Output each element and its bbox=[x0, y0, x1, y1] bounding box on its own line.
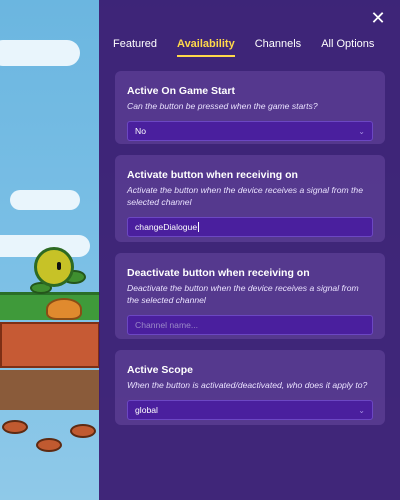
tab-all-options[interactable]: All Options bbox=[321, 38, 374, 57]
chevron-down-icon: ⌄ bbox=[358, 126, 365, 136]
cloud bbox=[10, 190, 80, 210]
close-icon: ✕ bbox=[370, 8, 386, 28]
chevron-down-icon: ⌄ bbox=[358, 405, 365, 415]
active-on-game-start-select[interactable]: No ⌄ bbox=[127, 121, 373, 141]
deactivate-channel-input[interactable]: Channel name... bbox=[127, 315, 373, 335]
text-caret bbox=[198, 222, 200, 232]
flower bbox=[36, 438, 62, 452]
setting-title: Deactivate button when receiving on bbox=[127, 267, 310, 279]
plant-pot bbox=[46, 298, 82, 320]
setting-card-deactivate-channel: Deactivate button when receiving on Deac… bbox=[115, 253, 385, 339]
setting-description: Activate the button when the device rece… bbox=[127, 185, 363, 207]
setting-description: Deactivate the button when the device re… bbox=[127, 283, 359, 305]
flower bbox=[2, 420, 28, 434]
setting-title: Activate button when receiving on bbox=[127, 169, 298, 181]
plant-character bbox=[34, 247, 74, 287]
setting-title: Active Scope bbox=[127, 364, 193, 376]
tab-availability[interactable]: Availability bbox=[177, 38, 235, 57]
tab-bar: Featured Availability Channels All Optio… bbox=[113, 38, 394, 57]
select-value: global bbox=[135, 405, 158, 415]
flower bbox=[70, 424, 96, 438]
setting-description: When the button is activated/deactivated… bbox=[127, 380, 368, 390]
input-value: changeDialogue bbox=[135, 222, 198, 232]
setting-card-activate-channel: Activate button when receiving on Activa… bbox=[115, 155, 385, 242]
select-value: No bbox=[135, 126, 146, 136]
setting-card-active-scope: Active Scope When the button is activate… bbox=[115, 350, 385, 425]
activate-channel-input[interactable]: changeDialogue bbox=[127, 217, 373, 237]
tab-channels[interactable]: Channels bbox=[255, 38, 301, 57]
setting-description: Can the button be pressed when the game … bbox=[127, 101, 318, 111]
input-placeholder: Channel name... bbox=[135, 320, 199, 330]
setting-title: Active On Game Start bbox=[127, 85, 235, 97]
active-scope-select[interactable]: global ⌄ bbox=[127, 400, 373, 420]
setting-card-active-on-game-start: Active On Game Start Can the button be p… bbox=[115, 71, 385, 144]
dirt-ground bbox=[0, 370, 100, 410]
close-button[interactable]: ✕ bbox=[368, 8, 388, 28]
plant-eye bbox=[57, 262, 61, 270]
tab-featured[interactable]: Featured bbox=[113, 38, 157, 57]
brick-wall bbox=[0, 322, 100, 368]
cloud bbox=[0, 40, 80, 66]
settings-panel: ✕ Featured Availability Channels All Opt… bbox=[99, 0, 400, 500]
